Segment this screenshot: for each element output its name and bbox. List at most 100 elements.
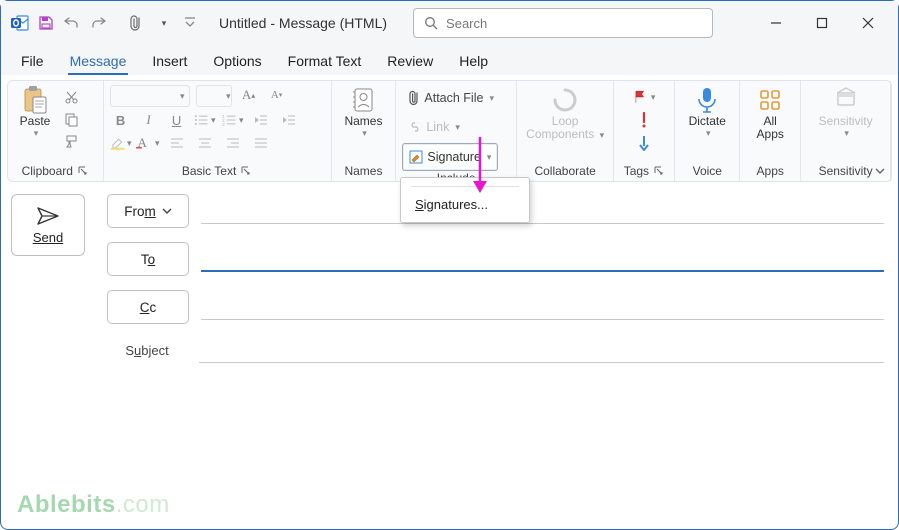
chevron-down-icon bbox=[873, 165, 887, 177]
low-importance-button[interactable] bbox=[633, 133, 655, 153]
cc-field[interactable] bbox=[201, 295, 884, 320]
all-apps-button[interactable]: AllApps bbox=[749, 85, 791, 141]
maximize-button[interactable] bbox=[800, 7, 844, 39]
group-include: Attach File▾ Link▾ Signature▾ Include bbox=[396, 81, 517, 181]
sensitivity-label-icon bbox=[834, 87, 858, 113]
ribbon-tabs: File Message Insert Options Format Text … bbox=[1, 45, 898, 76]
window-title: Untitled - Message (HTML) bbox=[219, 15, 387, 31]
increase-indent-button[interactable] bbox=[278, 110, 300, 130]
tags-dialog-launcher[interactable] bbox=[653, 165, 665, 177]
paste-button[interactable]: Paste ▾ bbox=[14, 85, 56, 139]
group-names: Names ▾ Names bbox=[332, 81, 397, 181]
from-field[interactable] bbox=[201, 199, 884, 224]
chevron-down-icon: ▾ bbox=[34, 128, 39, 139]
justify-button[interactable] bbox=[250, 133, 272, 153]
loop-icon bbox=[552, 87, 578, 113]
exclamation-icon bbox=[639, 112, 649, 128]
bold-button[interactable]: B bbox=[110, 110, 132, 130]
font-color-button[interactable]: A▾ bbox=[138, 133, 160, 153]
quick-access-toolbar: ▾ bbox=[9, 12, 201, 34]
send-button[interactable]: Send Send bbox=[11, 194, 85, 256]
outlook-icon bbox=[9, 12, 31, 34]
attach-file-button[interactable]: Attach File▾ bbox=[402, 85, 500, 111]
redo-icon[interactable] bbox=[87, 12, 109, 34]
ribbon-collapse-button[interactable] bbox=[873, 165, 887, 177]
signature-button[interactable]: Signature▾ bbox=[402, 143, 498, 171]
bullets-button[interactable]: ▾ bbox=[194, 110, 216, 130]
align-center-button[interactable] bbox=[194, 133, 216, 153]
to-field[interactable] bbox=[201, 246, 884, 272]
close-button[interactable] bbox=[846, 7, 890, 39]
names-button[interactable]: Names ▾ bbox=[342, 85, 384, 139]
tab-review[interactable]: Review bbox=[385, 49, 435, 75]
align-right-button[interactable] bbox=[222, 133, 244, 153]
tab-help[interactable]: Help bbox=[457, 49, 490, 75]
apps-grid-icon bbox=[758, 88, 782, 112]
attach-dropdown-icon[interactable]: ▾ bbox=[153, 12, 175, 34]
sensitivity-button[interactable]: Sensitivity ▾ bbox=[819, 85, 873, 139]
decrease-indent-button[interactable] bbox=[250, 110, 272, 130]
group-tags: ▾ Tags bbox=[614, 81, 675, 181]
underline-button[interactable]: U bbox=[166, 110, 188, 130]
arrow-down-icon bbox=[638, 135, 650, 151]
tab-format-text[interactable]: Format Text bbox=[286, 49, 364, 75]
numbering-button[interactable]: 123▾ bbox=[222, 110, 244, 130]
subject-field[interactable] bbox=[199, 338, 884, 363]
chevron-down-icon: ▾ bbox=[362, 128, 367, 139]
chevron-down-icon: ▾ bbox=[844, 128, 849, 139]
clipboard-paste-icon bbox=[22, 85, 48, 115]
ribbon: Paste ▾ Clipboard ▾ ▾ A▴ A▾ B I bbox=[7, 80, 892, 182]
microphone-icon bbox=[696, 86, 718, 114]
link-icon bbox=[408, 121, 422, 133]
chevron-down-icon: ▾ bbox=[706, 128, 711, 139]
dictate-button[interactable]: Dictate ▾ bbox=[686, 85, 728, 139]
grow-font-button[interactable]: A▴ bbox=[238, 85, 260, 105]
subject-label: Subject bbox=[107, 343, 187, 358]
tab-options[interactable]: Options bbox=[211, 49, 263, 75]
title-bar: ▾ Untitled - Message (HTML) Search bbox=[1, 1, 898, 45]
group-collaborate: LoopComponents ▾ Collaborate bbox=[517, 81, 614, 181]
high-importance-button[interactable] bbox=[633, 110, 655, 130]
group-voice: Dictate ▾ Voice bbox=[675, 81, 740, 181]
link-button[interactable]: Link▾ bbox=[402, 114, 465, 140]
cut-button[interactable] bbox=[60, 87, 82, 107]
group-basic-text: ▾ ▾ A▴ A▾ B I U ▾ 123▾ ▾ A▾ bbox=[104, 81, 332, 181]
watermark: Ablebits.com bbox=[17, 491, 170, 519]
attach-icon[interactable] bbox=[125, 12, 147, 34]
address-book-icon bbox=[351, 87, 375, 113]
tab-message[interactable]: Message bbox=[68, 49, 129, 75]
cc-button[interactable]: Cc Cc bbox=[107, 290, 189, 324]
italic-button[interactable]: I bbox=[138, 110, 160, 130]
format-painter-button[interactable] bbox=[60, 131, 82, 151]
basic-text-dialog-launcher[interactable] bbox=[240, 165, 252, 177]
flag-icon bbox=[633, 89, 648, 105]
highlight-button[interactable]: ▾ bbox=[110, 133, 132, 153]
from-button[interactable]: From From bbox=[107, 194, 189, 228]
shrink-font-button[interactable]: A▾ bbox=[266, 85, 288, 105]
undo-icon[interactable] bbox=[61, 12, 83, 34]
paperclip-icon bbox=[408, 90, 420, 106]
window-controls bbox=[754, 7, 890, 39]
follow-up-button[interactable]: ▾ bbox=[633, 87, 655, 107]
copy-icon bbox=[64, 112, 79, 127]
paintbrush-icon bbox=[64, 134, 79, 149]
clipboard-dialog-launcher[interactable] bbox=[77, 165, 89, 177]
search-input[interactable]: Search bbox=[413, 8, 713, 38]
save-icon[interactable] bbox=[35, 12, 57, 34]
qat-customize-icon[interactable] bbox=[179, 12, 201, 34]
minimize-button[interactable] bbox=[754, 7, 798, 39]
copy-button[interactable] bbox=[60, 109, 82, 129]
chevron-down-icon bbox=[162, 207, 172, 215]
search-placeholder: Search bbox=[446, 16, 487, 31]
signatures-menu-item[interactable]: SSignatures...ignatures... bbox=[401, 191, 529, 218]
signature-dropdown: SSignatures...ignatures... bbox=[400, 177, 530, 223]
group-clipboard: Paste ▾ Clipboard bbox=[8, 81, 104, 181]
tab-insert[interactable]: Insert bbox=[150, 49, 189, 75]
scissors-icon bbox=[64, 90, 79, 105]
font-size-select[interactable]: ▾ bbox=[196, 85, 232, 107]
to-button[interactable]: To To bbox=[107, 242, 189, 276]
loop-components-button[interactable]: LoopComponents ▾ bbox=[526, 85, 604, 141]
font-name-select[interactable]: ▾ bbox=[110, 85, 190, 107]
tab-file[interactable]: File bbox=[19, 49, 46, 75]
align-left-button[interactable] bbox=[166, 133, 188, 153]
